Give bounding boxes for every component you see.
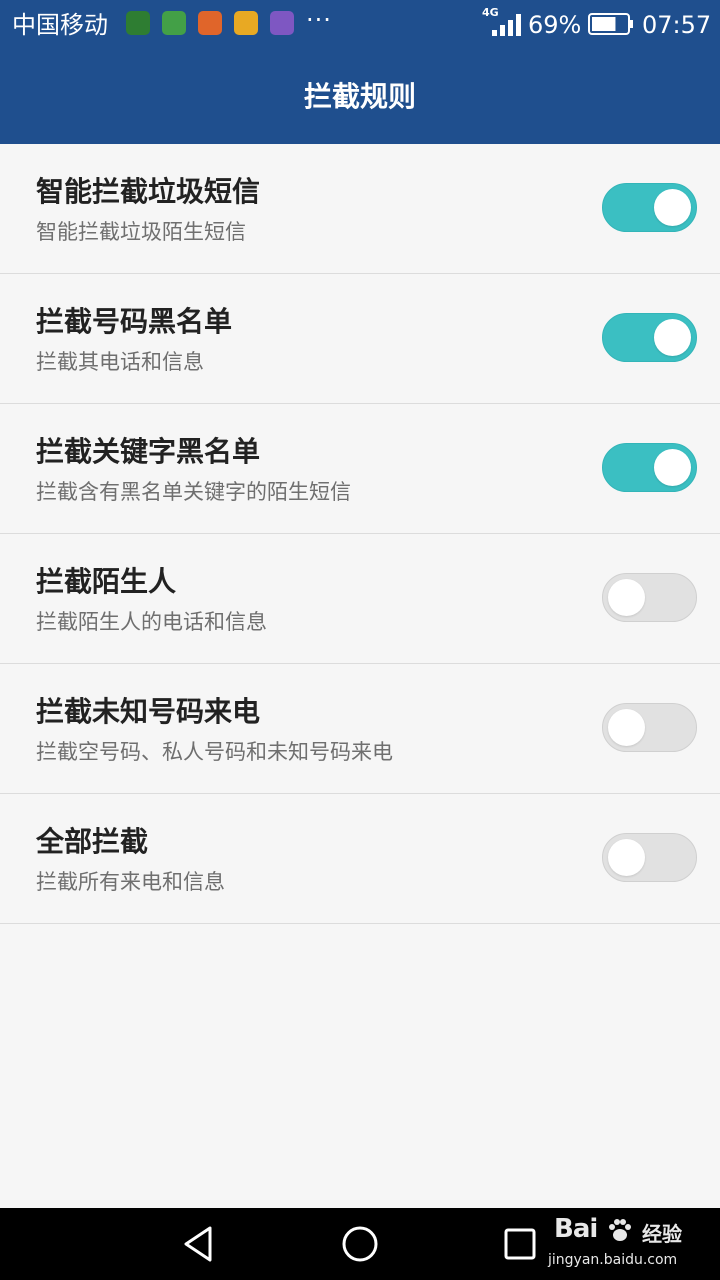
toggle-unknown-numbers[interactable] (602, 703, 697, 752)
rule-title: 智能拦截垃圾短信 (36, 175, 261, 208)
rule-subtitle: 拦截其电话和信息 (36, 350, 204, 374)
rule-row-smart-spam[interactable]: 智能拦截垃圾短信 智能拦截垃圾陌生短信 (0, 144, 720, 274)
rule-row-strangers[interactable]: 拦截陌生人 拦截陌生人的电话和信息 (0, 534, 720, 664)
app-icon-orange (198, 11, 222, 35)
back-button[interactable] (178, 1222, 222, 1266)
toggle-knob (608, 839, 645, 876)
status-bar: 中国移动 ··· 4G 69% 07:57 (0, 0, 720, 50)
app-icon-multicolor (162, 11, 186, 35)
rule-title: 拦截关键字黑名单 (36, 435, 261, 468)
rule-title: 全部拦截 (36, 825, 149, 858)
home-circle-icon (342, 1226, 378, 1262)
toggle-block-all[interactable] (602, 833, 697, 882)
watermark-suffix: 经验 (642, 1222, 682, 1246)
home-button[interactable] (338, 1222, 382, 1266)
title-bar: 拦截规则 (0, 50, 720, 144)
carrier-name: 中国移动 (12, 11, 108, 39)
more-notifications-icon: ··· (306, 6, 332, 34)
rule-subtitle: 智能拦截垃圾陌生短信 (36, 220, 246, 244)
rule-title: 拦截陌生人 (36, 565, 177, 598)
page-title: 拦截规则 (303, 80, 416, 113)
toggle-knob (608, 709, 645, 746)
rule-title: 拦截未知号码来电 (36, 695, 261, 728)
rule-subtitle: 拦截所有来电和信息 (36, 870, 225, 894)
rule-title: 拦截号码黑名单 (36, 305, 233, 338)
watermark-brand: Bai (554, 1214, 598, 1244)
back-triangle-icon (184, 1226, 212, 1262)
watermark-url: jingyan.baidu.com (548, 1252, 678, 1268)
rule-row-keyword-blacklist[interactable]: 拦截关键字黑名单 拦截含有黑名单关键字的陌生短信 (0, 404, 720, 534)
toggle-knob (654, 449, 691, 486)
rule-subtitle: 拦截含有黑名单关键字的陌生短信 (36, 480, 351, 504)
toggle-keyword-blacklist[interactable] (602, 443, 697, 492)
clock: 07:57 (642, 11, 712, 39)
rule-row-block-all[interactable]: 全部拦截 拦截所有来电和信息 (0, 794, 720, 924)
baidu-paw-icon (609, 1219, 631, 1241)
signal-strength-icon (492, 14, 521, 36)
app-icon-yellow-lock (234, 11, 258, 35)
rule-row-number-blacklist[interactable]: 拦截号码黑名单 拦截其电话和信息 (0, 274, 720, 404)
rule-subtitle: 拦截陌生人的电话和信息 (36, 610, 267, 634)
toggle-smart-spam[interactable] (602, 183, 697, 232)
toggle-strangers[interactable] (602, 573, 697, 622)
rule-subtitle: 拦截空号码、私人号码和未知号码来电 (36, 740, 393, 764)
baidu-jingyan-watermark: Bai 经验 jingyan.baidu.com (548, 1208, 718, 1280)
battery-icon (588, 13, 633, 35)
battery-percent: 69% (528, 11, 582, 39)
toggle-knob (608, 579, 645, 616)
rule-row-unknown-numbers[interactable]: 拦截未知号码来电 拦截空号码、私人号码和未知号码来电 (0, 664, 720, 794)
toggle-number-blacklist[interactable] (602, 313, 697, 362)
recent-square-icon (504, 1228, 536, 1260)
toggle-knob (654, 189, 691, 226)
app-icon-green (126, 11, 150, 35)
app-icon-purple-gallery (270, 11, 294, 35)
toggle-knob (654, 319, 691, 356)
recent-apps-button[interactable] (498, 1222, 542, 1266)
rules-list: 智能拦截垃圾短信 智能拦截垃圾陌生短信 拦截号码黑名单 拦截其电话和信息 拦截关… (0, 144, 720, 924)
